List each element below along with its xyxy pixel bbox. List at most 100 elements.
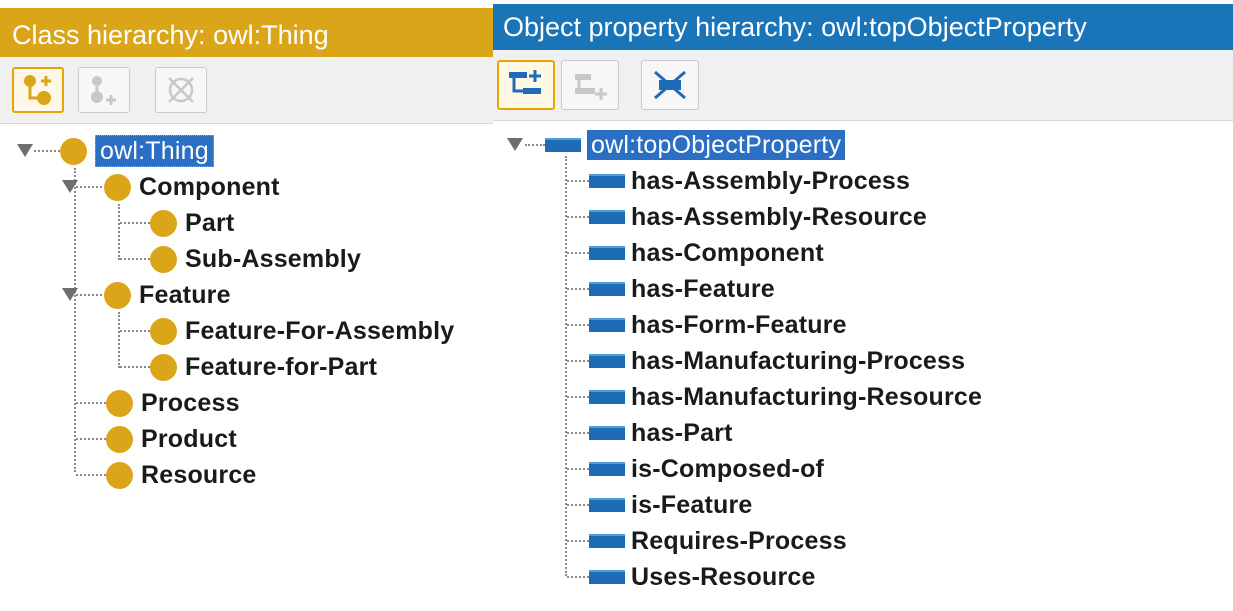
- object-property-icon: [589, 570, 625, 584]
- collapse-toggle[interactable]: [17, 144, 33, 157]
- property-node-top-object-property[interactable]: owl:topObjectProperty: [545, 128, 846, 162]
- delete-property-icon: [654, 70, 686, 100]
- object-property-icon: [589, 462, 625, 476]
- property-label: has-Manufacturing-Resource: [631, 382, 983, 411]
- tree-connector: [567, 180, 589, 182]
- class-label: Product: [141, 424, 237, 453]
- class-icon: [106, 425, 133, 453]
- tree-connector: [120, 222, 150, 224]
- class-node-process[interactable]: Process: [106, 386, 240, 420]
- tree-connector: [565, 156, 567, 576]
- class-node-resource[interactable]: Resource: [106, 458, 257, 492]
- property-label: is-Feature: [631, 490, 753, 519]
- property-node-requires-process[interactable]: Requires-Process: [589, 524, 847, 558]
- property-node-is-composed-of[interactable]: is-Composed-of: [589, 452, 824, 486]
- class-hierarchy-panel: Class hierarchy: owl:Thing owl:Thing Com…: [0, 0, 493, 611]
- object-property-icon: [589, 390, 625, 404]
- property-node-has-assembly-resource[interactable]: has-Assembly-Resource: [589, 200, 927, 234]
- collapse-toggle[interactable]: [62, 180, 78, 193]
- add-sibling-property-icon: [575, 74, 607, 100]
- tree-connector: [567, 288, 589, 290]
- class-node-component[interactable]: Component: [104, 170, 280, 204]
- class-label: Sub-Assembly: [185, 244, 362, 273]
- object-property-hierarchy-panel: Object property hierarchy: owl:topObject…: [493, 0, 1233, 611]
- class-icon: [106, 389, 133, 417]
- class-icon: [104, 281, 131, 309]
- tree-connector: [567, 432, 589, 434]
- class-tree: owl:Thing Component Part Sub-Assembly Fe…: [0, 124, 493, 611]
- class-toolbar: [0, 57, 493, 124]
- class-icon: [150, 209, 177, 237]
- add-subproperty-icon: [509, 70, 541, 94]
- property-label: Uses-Resource: [631, 562, 816, 591]
- property-label: owl:topObjectProperty: [587, 130, 846, 160]
- tree-connector: [118, 204, 120, 260]
- delete-property-button[interactable]: [641, 60, 699, 110]
- delete-class-icon: [168, 77, 194, 103]
- class-node-part[interactable]: Part: [150, 206, 234, 240]
- tree-connector: [74, 168, 76, 472]
- tree-connector: [76, 402, 106, 404]
- delete-class-button[interactable]: [155, 67, 207, 113]
- property-label: has-Assembly-Process: [631, 166, 911, 195]
- object-property-icon: [589, 210, 625, 224]
- class-icon: [60, 137, 87, 165]
- class-node-product[interactable]: Product: [106, 422, 237, 456]
- collapse-toggle[interactable]: [507, 138, 523, 151]
- property-label: has-Manufacturing-Process: [631, 346, 966, 375]
- class-icon: [150, 245, 177, 273]
- object-property-icon: [589, 318, 625, 332]
- tree-connector: [525, 144, 545, 146]
- property-label: has-Feature: [631, 274, 775, 303]
- class-label: Process: [141, 388, 240, 417]
- object-property-icon: [589, 498, 625, 512]
- object-property-icon: [589, 246, 625, 260]
- tree-connector: [76, 438, 106, 440]
- class-icon: [150, 353, 177, 381]
- property-label: has-Component: [631, 238, 824, 267]
- class-node-sub-assembly[interactable]: Sub-Assembly: [150, 242, 361, 276]
- tree-connector: [567, 504, 589, 506]
- add-sibling-class-button[interactable]: [78, 67, 130, 113]
- property-node-has-part[interactable]: has-Part: [589, 416, 733, 450]
- object-property-icon: [589, 282, 625, 296]
- class-node-owl-thing[interactable]: owl:Thing: [60, 134, 214, 168]
- tree-connector: [567, 252, 589, 254]
- object-property-icon: [589, 174, 625, 188]
- property-node-has-assembly-process[interactable]: has-Assembly-Process: [589, 164, 910, 198]
- class-node-feature-for-part[interactable]: Feature-for-Part: [150, 350, 377, 384]
- class-node-feature-for-assembly[interactable]: Feature-For-Assembly: [150, 314, 454, 348]
- tree-connector: [120, 258, 150, 260]
- add-sibling-property-button[interactable]: [561, 60, 619, 110]
- class-icon: [104, 173, 131, 201]
- class-hierarchy-title: Class hierarchy: owl:Thing: [0, 8, 493, 57]
- property-node-has-manufacturing-process[interactable]: has-Manufacturing-Process: [589, 344, 965, 378]
- property-toolbar: [493, 50, 1233, 121]
- add-subclass-button[interactable]: [12, 67, 64, 113]
- property-node-is-feature[interactable]: is-Feature: [589, 488, 752, 522]
- property-node-has-component[interactable]: has-Component: [589, 236, 824, 270]
- add-subclass-icon: [24, 75, 51, 105]
- property-node-has-manufacturing-resource[interactable]: has-Manufacturing-Resource: [589, 380, 982, 414]
- property-label: Requires-Process: [631, 526, 847, 555]
- class-label: owl:Thing: [95, 135, 214, 167]
- class-node-feature[interactable]: Feature: [104, 278, 231, 312]
- property-label: is-Composed-of: [631, 454, 825, 483]
- class-label: Resource: [141, 460, 257, 489]
- class-icon: [106, 461, 133, 489]
- property-node-has-feature[interactable]: has-Feature: [589, 272, 775, 306]
- tree-connector: [567, 468, 589, 470]
- tree-connector: [118, 312, 120, 368]
- tree-connector: [567, 396, 589, 398]
- tree-connector: [76, 294, 102, 296]
- tree-connector: [76, 474, 106, 476]
- class-label: Feature-For-Assembly: [185, 316, 455, 345]
- collapse-toggle[interactable]: [62, 288, 78, 301]
- class-label: Component: [139, 172, 280, 201]
- property-node-has-form-feature[interactable]: has-Form-Feature: [589, 308, 847, 342]
- add-subproperty-button[interactable]: [497, 60, 555, 110]
- property-node-uses-resource[interactable]: Uses-Resource: [589, 560, 816, 594]
- tree-connector: [120, 366, 150, 368]
- object-property-hierarchy-title: Object property hierarchy: owl:topObject…: [493, 4, 1233, 50]
- tree-connector: [76, 186, 102, 188]
